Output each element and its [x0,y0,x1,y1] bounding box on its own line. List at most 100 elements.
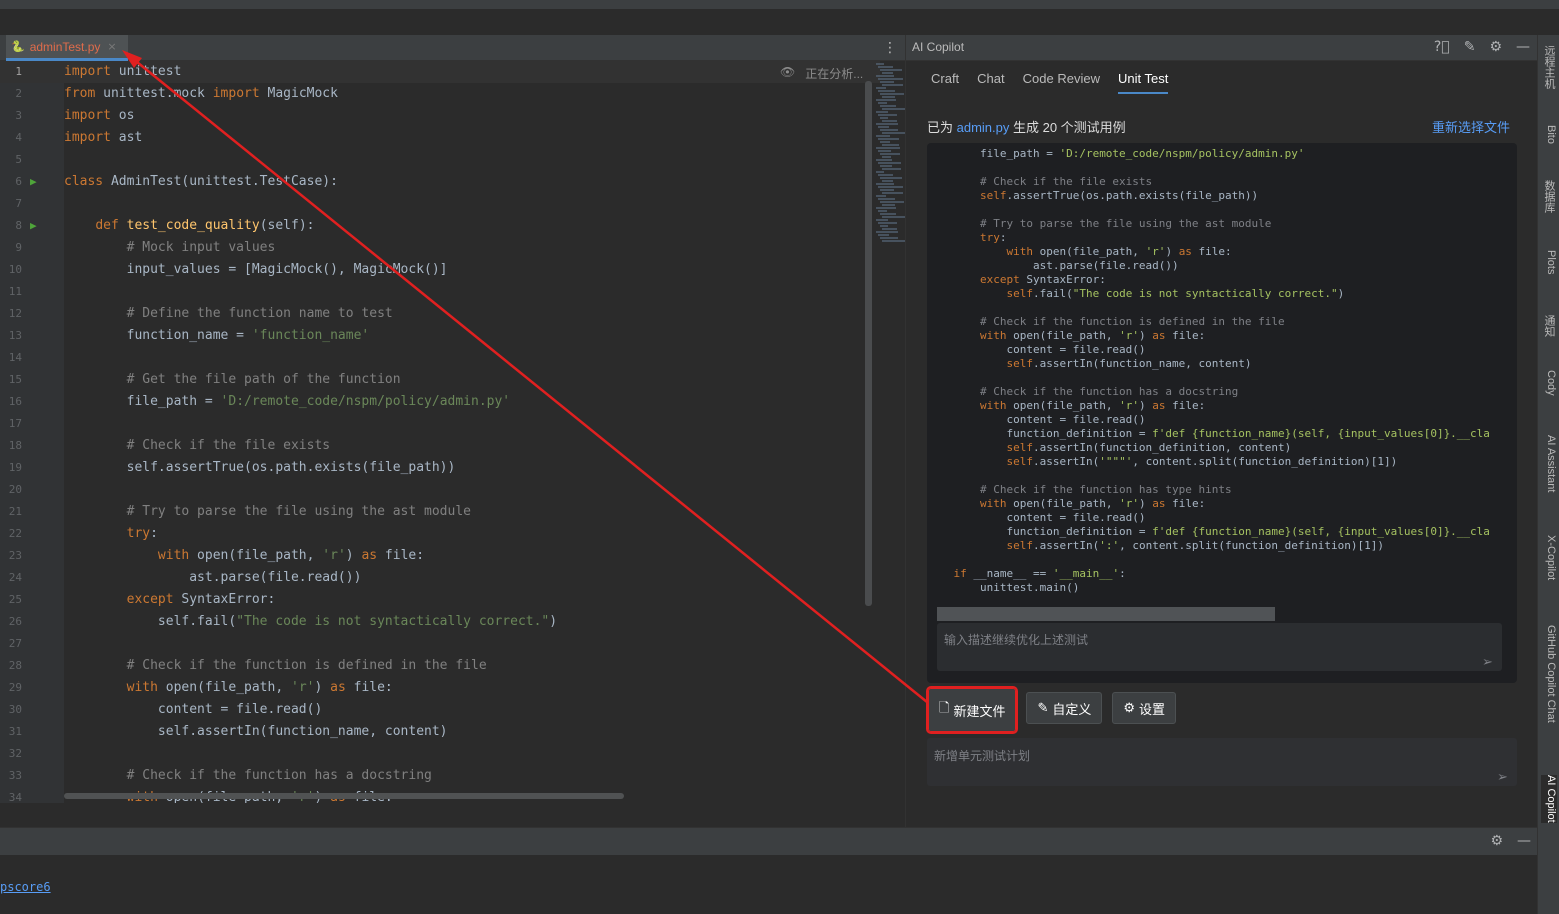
right-tool-window-bar: 远程主机 Bito 数据库 Plots 通知 Cody AI Assistant X-Copi… [1537,35,1559,914]
minimap-line [876,135,890,137]
reselect-file-link[interactable]: 重新选择文件 [1432,117,1510,136]
sidebar-item-ai-assistant[interactable]: AI Assistant [1541,435,1557,492]
code-line[interactable]: 33 # Check if the function has a docstri… [0,765,880,787]
code-line[interactable]: 2 from unittest.mock import MagicMock [0,83,880,105]
result-horizontal-scrollbar[interactable] [937,607,1275,621]
send-icon[interactable]: ➢ [1482,655,1496,670]
code-line[interactable]: 10 input_values = [MagicMock(), MagicMoc… [0,259,880,281]
code-line[interactable]: 32 [0,743,880,765]
code-line[interactable]: 13 function_name = 'function_name' [0,325,880,347]
ai-copilot-panel: AI Copilot ?⃝ ✎ ⚙ — Craft Chat Code Review… [905,35,1538,827]
tab-file-name: adminTest.py [29,39,101,54]
code-line[interactable]: 12 # Define the function name to test [0,303,880,325]
sidebar-item-通知[interactable]: 通知 [1541,315,1557,337]
code-line[interactable]: 6 ▶ class AdminTest(unittest.TestCase): [0,171,880,193]
minimize-icon[interactable]: — [1517,833,1531,849]
code-text: with open(file_path, 'r') as file: [157,548,425,563]
code-text: from unittest.mock import MagicMock [64,86,338,101]
code-line[interactable]: 15 # Get the file path of the function [0,369,880,391]
line-number: 19 [8,461,22,474]
line-number: 32 [8,747,22,760]
minimap-line [878,210,887,212]
code-text: import ast [64,130,143,145]
code-line[interactable]: 4 import ast [0,127,880,149]
run-gutter-icon[interactable]: ▶ [30,215,37,237]
code-line[interactable]: 14 [0,347,880,369]
gear-icon[interactable]: ⚙ [1489,39,1502,55]
run-gutter-icon[interactable]: ▶ [30,171,37,193]
code-line[interactable]: 3 import os [0,105,880,127]
help-icon[interactable]: ?⃝ [1434,39,1450,55]
gear-icon[interactable]: ⚙ [1490,833,1503,849]
line-number: 15 [8,373,22,386]
line-number: 21 [8,505,22,518]
code-line[interactable]: 20 [0,479,880,501]
code-line[interactable]: 11 [0,281,880,303]
generated-file-link[interactable]: admin.py [957,120,1010,135]
code-line[interactable]: 8 ▶ def test_code_quality(self): [0,215,880,237]
code-line[interactable]: 5 [0,149,880,171]
code-line[interactable]: 7 [0,193,880,215]
minimap-line [876,207,896,209]
generated-code-block[interactable]: file_path = 'D:/remote_code/nspm/policy/… [927,143,1517,683]
send-icon[interactable]: ➢ [1497,770,1511,785]
minimap-line [878,126,889,128]
sidebar-item-远程主机[interactable]: 远程主机 [1541,45,1557,89]
new-file-button[interactable]: 🗋 新建文件 [925,686,1019,734]
generated-code-line: content = file.read() [927,413,1146,426]
code-line[interactable]: 23 with open(file_path, 'r') as file: [0,545,880,567]
followup-input[interactable]: 输入描述继续优化上述测试 ➢ [937,623,1502,671]
code-line[interactable]: 19 self.assertTrue(os.path.exists(file_p… [0,457,880,479]
code-line[interactable]: 17 [0,413,880,435]
line-number: 10 [8,263,22,276]
code-line[interactable]: 25 except SyntaxError: [0,589,880,611]
close-icon[interactable]: × [107,40,116,53]
code-line[interactable]: 16 file_path = 'D:/remote_code/nspm/poli… [0,391,880,413]
unit-test-plan-input[interactable]: 新增单元测试计划 ➢ [927,738,1517,786]
code-line[interactable]: 18 # Check if the file exists [0,435,880,457]
edit-note-icon[interactable]: ✎ [1464,39,1476,55]
minimap-line [876,171,884,173]
code-line[interactable]: 27 [0,633,880,655]
code-line[interactable]: 31 self.assertIn(function_name, content) [0,721,880,743]
customize-label: 自定义 [1052,701,1092,717]
sidebar-item-bito[interactable]: Bito [1541,125,1557,144]
code-line[interactable]: 30 content = file.read() [0,699,880,721]
tab-code-review[interactable]: Code Review [1023,71,1100,94]
minimap-line [878,174,893,176]
code-line[interactable]: 24 ast.parse(file.read()) [0,567,880,589]
tab-chat[interactable]: Chat [977,71,1004,94]
sidebar-item-数据库[interactable]: 数据库 [1541,180,1557,213]
code-text: # Try to parse the file using the ast mo… [64,504,471,519]
code-editor[interactable]: 1 import unittest 2 from unittest.mock impo… [0,61,905,803]
editor-horizontal-scrollbar[interactable] [64,793,624,799]
sidebar-item-cody[interactable]: Cody [1541,370,1557,396]
editor-vertical-scrollbar[interactable] [865,81,872,606]
code-minimap[interactable] [874,61,905,251]
minimize-icon[interactable]: — [1516,39,1530,55]
sidebar-item-plots[interactable]: Plots [1541,250,1557,274]
tab-unit-test[interactable]: Unit Test [1117,71,1169,94]
code-line[interactable]: 29 with open(file_path, 'r') as file: [0,677,880,699]
sidebar-item-github-copilot-chat[interactable]: GitHub Copilot Chat [1541,625,1557,723]
more-vertical-icon[interactable]: ⋮ [883,39,897,57]
code-line[interactable]: 21 # Try to parse the file using the ast… [0,501,880,523]
customize-button[interactable]: ✎ 自定义 [1026,692,1103,724]
action-buttons: 🗋 新建文件 ✎ 自定义 ⚙ 设置 [925,686,1177,734]
code-line[interactable]: 26 self.fail("The code is not syntactica… [0,611,880,633]
code-line[interactable]: 22 try: [0,523,880,545]
generated-code-line: # Check if the function has a docstring [927,385,1239,398]
sidebar-item-ai-copilot[interactable]: AI Copilot [1541,775,1557,823]
code-line[interactable]: 28 # Check if the function is defined in… [0,655,880,677]
tab-admin-test[interactable]: 🐍 adminTest.py × [6,35,128,61]
minimap-line [882,216,905,218]
terminal-link[interactable]: pscore6 [0,880,51,894]
code-line[interactable]: 1 import unittest [0,61,880,83]
eye-crossed-icon[interactable]: 👁 [780,65,795,82]
settings-button[interactable]: ⚙ 设置 [1112,692,1177,724]
tab-craft[interactable]: Craft [931,71,959,94]
sidebar-item-x-copilot[interactable]: X-Copilot [1541,535,1557,580]
minimap-line [882,108,905,110]
generated-code-line: # Check if the file exists [927,175,1153,188]
code-line[interactable]: 9 # Mock input values [0,237,880,259]
